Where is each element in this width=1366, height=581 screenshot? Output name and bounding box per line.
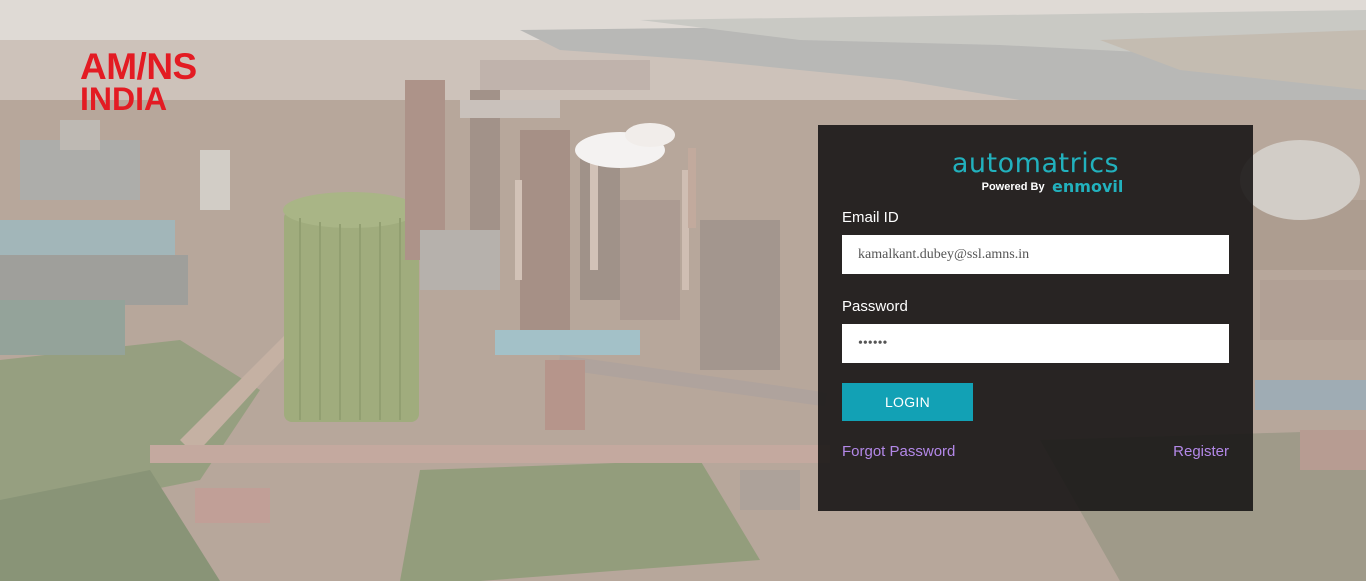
password-label: Password — [842, 298, 908, 315]
powered-by: Powered By enmovil — [842, 179, 1229, 195]
login-button[interactable]: LOGIN — [842, 383, 973, 421]
email-label: Email ID — [842, 209, 899, 226]
enmovil-logo: enmovil — [1052, 177, 1124, 196]
register-link[interactable]: Register — [1173, 443, 1229, 460]
brand-line2: INDIA — [80, 81, 168, 117]
powered-by-label: Powered By — [981, 181, 1045, 193]
automatrics-logo: automatrics Powered By enmovil — [842, 149, 1229, 201]
password-field[interactable] — [842, 324, 1229, 363]
email-field[interactable] — [842, 235, 1229, 274]
amns-india-logo: AM/NS INDIA — [80, 48, 197, 115]
form-links: Forgot Password Register — [842, 443, 1229, 463]
login-panel: automatrics Powered By enmovil Email ID … — [818, 125, 1253, 511]
brand-line1: AM/NS — [80, 46, 197, 87]
forgot-password-link[interactable]: Forgot Password — [842, 443, 955, 460]
product-name: automatrics — [951, 148, 1120, 179]
